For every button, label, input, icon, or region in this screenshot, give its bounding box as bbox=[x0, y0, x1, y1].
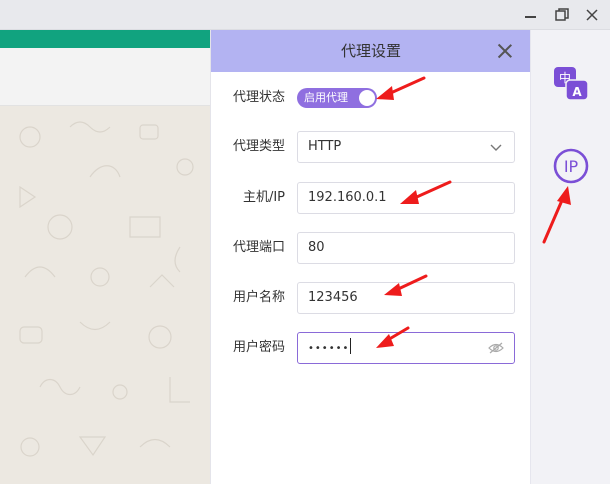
host-value: 192.160.0.1 bbox=[308, 190, 387, 205]
proxy-settings-panel: 代理设置 代理状态 启用代理 代理类型 HTTP 主机/IP 192.160.0… bbox=[210, 30, 531, 484]
translate-glyph-top: 中 bbox=[559, 70, 571, 85]
host-input[interactable]: 192.160.0.1 bbox=[297, 182, 515, 214]
panel-title: 代理设置 bbox=[340, 42, 401, 60]
password-value: •••••• bbox=[308, 343, 350, 354]
app-top-bar bbox=[0, 30, 210, 48]
close-icon[interactable] bbox=[583, 6, 601, 24]
proxy-type-value: HTTP bbox=[308, 139, 342, 154]
panel-header: 代理设置 bbox=[211, 30, 531, 72]
proxy-type-label: 代理类型 bbox=[232, 139, 285, 154]
wallpaper-doodle bbox=[19, 121, 194, 457]
password-input[interactable]: •••••• bbox=[297, 332, 515, 364]
proxy-enable-toggle[interactable]: 启用代理 bbox=[297, 88, 377, 108]
ip-proxy-icon[interactable]: IP bbox=[553, 148, 589, 184]
toggle-knob bbox=[359, 90, 375, 106]
app-header bbox=[0, 48, 210, 106]
toggle-text: 启用代理 bbox=[304, 91, 348, 104]
username-value: 123456 bbox=[308, 290, 358, 305]
port-label: 代理端口 bbox=[232, 240, 285, 255]
password-label: 用户密码 bbox=[232, 340, 285, 355]
proxy-status-label: 代理状态 bbox=[232, 90, 285, 105]
chevron-down-icon bbox=[490, 144, 502, 151]
text-caret bbox=[350, 338, 352, 354]
port-input[interactable]: 80 bbox=[297, 232, 515, 264]
minimize-icon[interactable] bbox=[521, 6, 539, 24]
translate-glyph-bottom: A bbox=[572, 85, 582, 99]
panel-close-icon[interactable] bbox=[495, 41, 515, 61]
eye-icon[interactable] bbox=[488, 341, 504, 355]
restore-icon[interactable] bbox=[553, 6, 571, 24]
side-rail: 中 A IP bbox=[530, 30, 610, 484]
translate-icon[interactable]: 中 A bbox=[553, 66, 589, 102]
ip-icon-text: IP bbox=[564, 157, 579, 176]
proxy-type-select[interactable]: HTTP bbox=[297, 131, 515, 163]
username-label: 用户名称 bbox=[232, 290, 285, 305]
username-input[interactable]: 123456 bbox=[297, 282, 515, 314]
host-label: 主机/IP bbox=[242, 190, 285, 205]
window-titlebar bbox=[0, 0, 610, 30]
port-value: 80 bbox=[308, 240, 325, 255]
chat-app-background bbox=[0, 30, 210, 484]
